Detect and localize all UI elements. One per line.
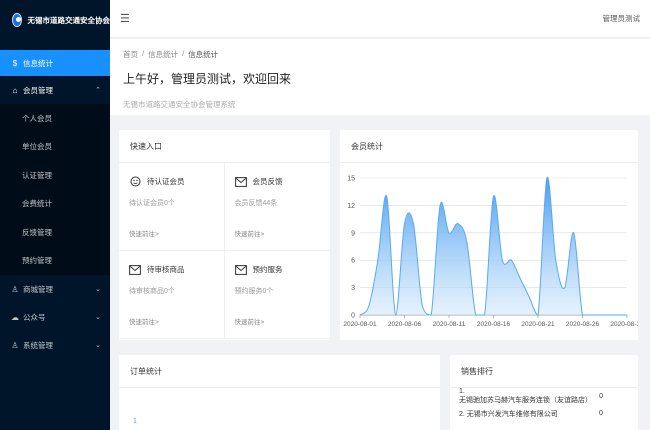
quick-entry-link[interactable]: 快速前往>: [129, 316, 214, 326]
x-tick-label: 2020-08-06: [388, 321, 422, 328]
sidebar-item-label: 公众号: [23, 312, 46, 322]
list-item[interactable]: 2. 无锡市兴发汽车维修有限公司 0: [450, 405, 638, 422]
quick-entry-link[interactable]: 快速前往>: [129, 228, 214, 238]
quick-entry-pending-members[interactable]: 待认证会员 待认证会员0个 快速前往>: [119, 163, 225, 251]
list-item[interactable]: 1. 无锡驰加苏马赫汽车服务连锁（友谊路店） 0: [450, 388, 638, 405]
y-tick-label: 6: [351, 258, 355, 265]
rank-name: 无锡市兴发汽车维修有限公司: [466, 410, 558, 418]
x-tick-label: 2020-08-31: [610, 321, 638, 328]
quick-entry-sub: 会员反馈44条: [234, 200, 278, 207]
sidebar-item-label: 系统管理: [23, 340, 53, 350]
quick-entry-link[interactable]: 快速前往>: [235, 228, 321, 238]
breadcrumb: 首页 / 信息统计 / 信息统计: [123, 49, 219, 60]
sidebar-item-label: 会员管理: [23, 85, 53, 95]
card-title: 销售排行: [450, 355, 638, 388]
quick-entry-feedback[interactable]: 会员反馈 会员反馈44条 快速前往>: [224, 163, 330, 251]
sidebar-item-label: 单位会员: [22, 142, 52, 152]
smile-icon: [129, 176, 141, 187]
sidebar-item-label: 认证管理: [22, 170, 52, 180]
member-stats-chart: 0 3 6 9 12 15 2020-08-01 2020-08-06 2020-08-11 20…: [343, 176, 644, 329]
logo-icon: [12, 13, 22, 27]
rank-value: 0: [599, 410, 603, 417]
sidebar-item-label: 预约管理: [22, 256, 52, 266]
sidebar-item-personal-member[interactable]: 个人会员: [0, 104, 110, 133]
rank-value: 0: [599, 393, 604, 400]
y-tick-label: 0: [351, 313, 355, 320]
breadcrumb-section[interactable]: 信息统计: [148, 49, 178, 60]
x-tick-label: 2020-08-26: [566, 321, 600, 328]
x-tick-label: 2020-08-16: [477, 321, 511, 328]
sidebar-item-feedback[interactable]: 反馈管理: [0, 218, 110, 247]
submenu-member: 个人会员 单位会员 认证管理 会费统计 反馈管理 预约管理: [0, 104, 110, 275]
chevron-up-icon: ⌃: [95, 87, 101, 94]
wechat-icon: ☁: [11, 312, 19, 322]
sidebar-item-unit-member[interactable]: 单位会员: [0, 133, 110, 162]
quick-entry-card: 快速入口 待认证会员 待认证会员0个 快速前往> 会员反馈 会员反馈44条 快速…: [119, 130, 330, 340]
y-tick-label: 15: [347, 176, 355, 183]
logo[interactable]: 无锡市道路交通安全协会: [0, 0, 110, 40]
breadcrumb-current: 信息统计: [188, 50, 219, 59]
order-axis-label: 1: [133, 418, 137, 425]
x-tick-label: 2020-08-01: [343, 321, 377, 328]
sidebar-item-label: 会费统计: [22, 199, 52, 209]
welcome-title: 上午好，管理员测试，欢迎回来: [123, 72, 292, 86]
sidebar-item-label: 信息统计: [23, 58, 53, 68]
sidebar-item-label: 个人会员: [22, 113, 52, 123]
system-name: 无锡市道路交通安全协会管理系统: [123, 100, 236, 109]
member-stats-card: 会员统计 0 3 6 9 12 15 2020-08-01 2020-08-06 2020-08…: [340, 130, 644, 340]
dollar-icon: $: [12, 58, 18, 68]
menu-fold-icon[interactable]: ☰: [120, 12, 130, 25]
quick-entry-title: 会员反馈: [252, 177, 283, 186]
chevron-down-icon: ⌄: [95, 314, 101, 321]
sidebar-item-system[interactable]: ♙ 系统管理 ⌄: [0, 331, 110, 359]
quick-entry-title: 预约服务: [252, 265, 283, 274]
sidebar-item-info-stats[interactable]: $ 信息统计: [0, 50, 110, 76]
mail-icon: [234, 264, 247, 275]
user-icon: ♙: [11, 340, 19, 350]
rank-number: 2.: [459, 410, 465, 418]
sidebar-item-mall[interactable]: ♙ 商城管理 ⌄: [0, 275, 110, 303]
quick-entry-link[interactable]: 快速前往>: [235, 316, 321, 326]
sidebar-item-label: 商城管理: [23, 284, 53, 294]
sidebar-item-fee-stats[interactable]: 会费统计: [0, 190, 110, 219]
sidebar: 无锡市道路交通安全协会 $ 信息统计 ⌂ 会员管理 ⌃ 个人会员 单位会员 认证…: [0, 0, 110, 430]
chevron-down-icon: ⌄: [95, 286, 101, 293]
quick-entry-reservation[interactable]: 预约服务 预约服务0个 快速前往>: [224, 251, 330, 339]
sidebar-item-wechat[interactable]: ☁ 公众号 ⌄: [0, 303, 110, 331]
order-stats-card: 订单统计 1: [119, 355, 440, 430]
y-tick-label: 3: [351, 285, 355, 292]
y-tick-label: 12: [347, 203, 355, 210]
home-icon: ⌂: [12, 85, 18, 95]
breadcrumb-home[interactable]: 首页: [123, 49, 138, 60]
card-title: 会员统计: [340, 130, 638, 163]
mail-icon: [129, 264, 141, 275]
quick-entry-sub: 待审核商品0个: [129, 288, 175, 295]
user-name[interactable]: 管理员测试: [603, 13, 641, 24]
sales-ranking-card: 销售排行 1. 无锡驰加苏马赫汽车服务连锁（友谊路店） 0 2. 无锡市兴发汽车…: [450, 355, 638, 430]
quick-entry-title: 待审核商品: [147, 265, 185, 274]
app-title: 无锡市道路交通安全协会: [27, 15, 111, 25]
sidebar-item-certification[interactable]: 认证管理: [0, 161, 110, 190]
quick-entry-pending-goods[interactable]: 待审核商品 待审核商品0个 快速前往>: [119, 251, 225, 339]
quick-entry-title: 待认证会员: [147, 177, 185, 186]
x-tick-label: 2020-08-11: [433, 321, 466, 328]
card-title: 订单统计: [119, 355, 440, 388]
chevron-down-icon: ⌄: [95, 342, 101, 349]
card-title: 快速入口: [119, 130, 330, 163]
quick-entry-sub: 预约服务0个: [234, 288, 274, 295]
rank-name: 无锡驰加苏马赫汽车服务连锁（友谊路店）: [459, 397, 592, 404]
x-tick-label: 2020-08-21: [521, 321, 555, 328]
page-header: 首页 / 信息统计 / 信息统计 上午好，管理员测试，欢迎回来 无锡市道路交通安全协…: [110, 39, 650, 115]
top-header: ☰ 管理员测试: [110, 0, 650, 38]
sidebar-item-member-management[interactable]: ⌂ 会员管理 ⌃: [0, 76, 110, 104]
user-icon: ♙: [11, 284, 19, 294]
y-tick-label: 9: [351, 230, 355, 237]
rank-number: 1.: [459, 388, 465, 395]
sidebar-item-label: 反馈管理: [22, 227, 52, 237]
mail-icon: [234, 176, 247, 187]
quick-entry-sub: 待认证会员0个: [129, 200, 175, 207]
sidebar-item-reservation[interactable]: 预约管理: [0, 247, 110, 276]
